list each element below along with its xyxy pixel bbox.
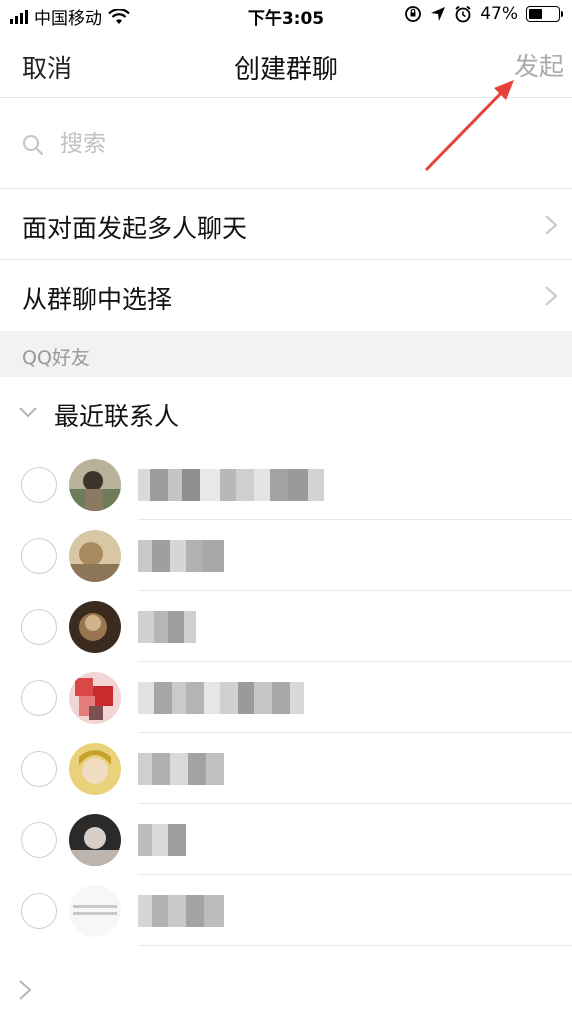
contact-name-redacted [138, 682, 304, 714]
select-checkbox[interactable] [21, 538, 57, 574]
search-input[interactable] [60, 126, 540, 162]
avatar [69, 743, 121, 795]
search-icon [23, 135, 44, 156]
contact-name-redacted [138, 824, 186, 856]
page-title: 创建群聊 [233, 55, 338, 85]
recent-contacts-label: 最近联系人 [54, 402, 180, 431]
chevron-down-icon [19, 407, 37, 418]
search-bar [0, 98, 572, 189]
contact-name-redacted [138, 540, 224, 572]
avatar [69, 530, 121, 582]
avatar [69, 459, 121, 511]
select-from-group-item[interactable]: 从群聊中选择 [0, 261, 572, 331]
face-to-face-chat-item[interactable]: 面对面发起多人聊天 [0, 190, 572, 260]
contact-list [0, 449, 572, 946]
section-header-label: QQ好友 [22, 347, 90, 369]
contact-row[interactable] [0, 520, 572, 591]
select-checkbox[interactable] [21, 680, 57, 716]
contact-row[interactable] [0, 733, 572, 804]
chevron-right-icon[interactable] [18, 979, 32, 1001]
battery-icon [526, 6, 563, 22]
avatar [69, 601, 121, 653]
contact-name-redacted [138, 753, 224, 785]
chevron-right-icon [545, 286, 558, 306]
contact-row[interactable] [0, 662, 572, 733]
select-checkbox[interactable] [21, 751, 57, 787]
contact-row[interactable] [0, 804, 572, 875]
select-checkbox[interactable] [21, 609, 57, 645]
avatar [69, 672, 121, 724]
section-header-qq-friends: QQ好友 [0, 331, 572, 377]
contact-row[interactable] [0, 875, 572, 946]
status-bar: 中国移动 下午3:05 47% [0, 0, 572, 32]
avatar [69, 885, 121, 937]
contact-name-redacted [138, 469, 324, 501]
launch-button[interactable]: 发起 [514, 47, 564, 83]
orientation-lock-icon [405, 6, 422, 22]
contact-name-redacted [138, 611, 196, 643]
contact-row[interactable] [0, 591, 572, 662]
battery-percent: 47% [480, 4, 518, 24]
face-to-face-chat-label: 面对面发起多人聊天 [22, 214, 248, 243]
avatar [69, 814, 121, 866]
contact-name-redacted [138, 895, 224, 927]
select-checkbox[interactable] [21, 893, 57, 929]
chevron-right-icon [545, 215, 558, 235]
contact-row[interactable] [0, 449, 572, 520]
location-icon [431, 7, 446, 21]
select-checkbox[interactable] [21, 822, 57, 858]
alarm-icon [455, 5, 471, 23]
recent-contacts-group[interactable]: 最近联系人 [0, 377, 572, 449]
select-from-group-label: 从群聊中选择 [22, 285, 173, 314]
bottom-area [0, 955, 572, 1023]
nav-bar: 取消 创建群聊 发起 [0, 32, 572, 98]
select-checkbox[interactable] [21, 467, 57, 503]
